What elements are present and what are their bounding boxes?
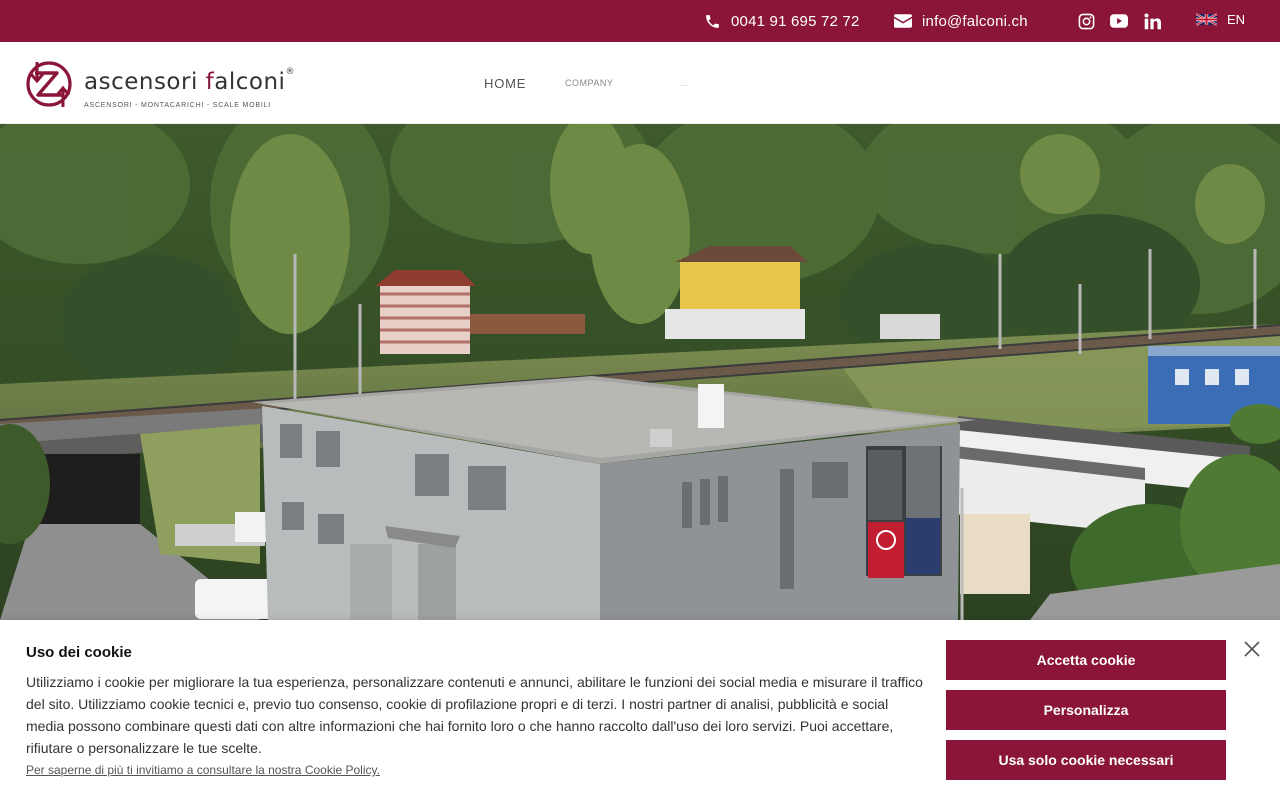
uk-flag-icon (1196, 13, 1217, 26)
language-label: EN (1227, 12, 1246, 27)
linkedin-icon[interactable] (1142, 11, 1162, 31)
envelope-icon (893, 11, 913, 31)
necessary-cookies-button[interactable]: Usa solo cookie necessari (946, 740, 1226, 780)
customize-cookies-button[interactable]: Personalizza (946, 690, 1226, 730)
nav-item-home[interactable]: HOME (484, 42, 526, 124)
phone-link[interactable]: 0041 91 695 72 72 (702, 0, 860, 42)
hero-image (0, 124, 1280, 620)
logo-icon (26, 61, 72, 107)
nav-item-company[interactable]: COMPANY (565, 42, 613, 124)
email-address: info@falconi.ch (922, 12, 1028, 30)
logo-link[interactable]: ascensori falconi® ASCENSORI - MONTACARI… (24, 57, 294, 113)
phone-number: 0041 91 695 72 72 (731, 12, 860, 30)
cookie-title: Uso dei cookie (26, 644, 132, 661)
cookie-banner: Uso dei cookie Utilizziamo i cookie per … (0, 620, 1280, 800)
email-link[interactable]: info@falconi.ch (893, 0, 1028, 42)
site-header: ascensori falconi® ASCENSORI - MONTACARI… (0, 42, 1280, 124)
top-bar: 0041 91 695 72 72 info@falconi.ch EN (0, 0, 1280, 42)
instagram-icon[interactable] (1076, 11, 1096, 31)
cookie-text: Utilizziamo i cookie per migliorare la t… (26, 674, 923, 756)
brand-name: ascensori falconi® (84, 67, 295, 95)
accept-cookies-button[interactable]: Accetta cookie (946, 640, 1226, 680)
brand-tagline: ASCENSORI - MONTACARICHI - SCALE MOBILI (84, 102, 272, 109)
close-icon[interactable] (1242, 639, 1262, 659)
nav-item-more[interactable]: ... (680, 42, 688, 124)
phone-icon (702, 11, 722, 31)
language-switcher[interactable]: EN (1196, 12, 1245, 27)
youtube-icon[interactable] (1109, 11, 1129, 31)
cookie-policy-link[interactable]: Per saperne di più ti invitiamo a consul… (26, 763, 380, 777)
